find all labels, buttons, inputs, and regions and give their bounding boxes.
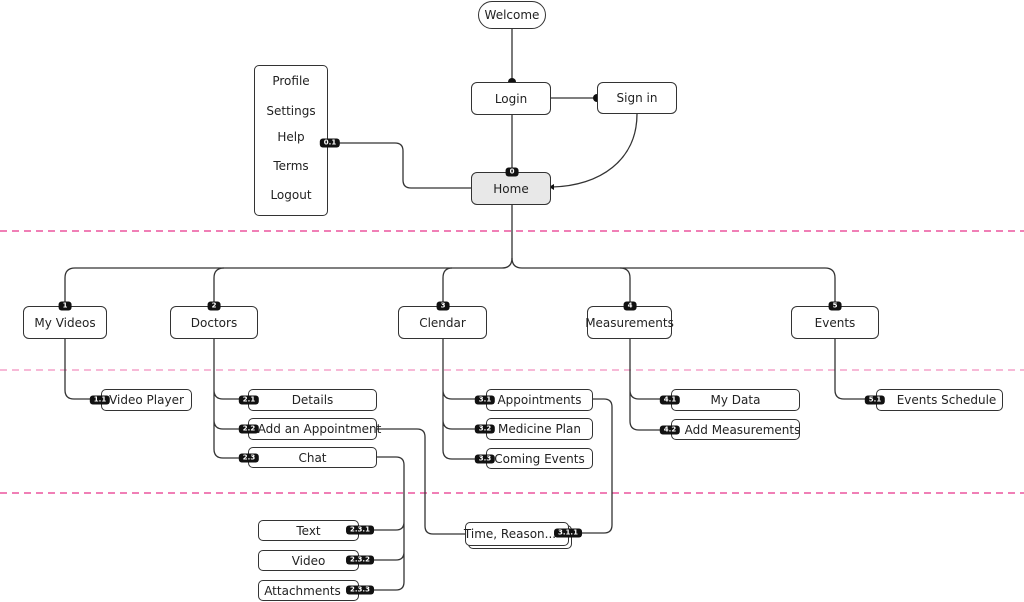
node-label: Events (814, 315, 856, 330)
node-label: Attachments (264, 583, 341, 598)
calendar-node[interactable]: Clendar (398, 306, 487, 339)
node-badge: 4.1 (659, 395, 681, 405)
node-badge: 3.1.1 (554, 528, 582, 538)
menu-item-profile[interactable]: Profile (255, 74, 327, 88)
node-badge: 5.1 (864, 395, 886, 405)
menu-item-terms[interactable]: Terms (255, 159, 327, 173)
details-node[interactable]: Details (248, 389, 377, 411)
node-badge: 1 (58, 301, 72, 311)
node-label: Video (291, 553, 326, 568)
node-badge: 5 (828, 301, 842, 311)
node-label: Add an Appointment (257, 422, 382, 436)
node-badge: 2.3.1 (346, 525, 374, 535)
node-label: Clendar (419, 315, 466, 330)
medicine-plan-node[interactable]: Medicine Plan (486, 418, 593, 440)
node-badge: 2.3.2 (346, 555, 374, 565)
add-appointment-node[interactable]: Add an Appointment (248, 418, 381, 440)
node-label: Appointments (497, 393, 582, 407)
add-measurements-node[interactable]: Add Measurements (671, 419, 800, 440)
appointments-node[interactable]: Appointments (486, 389, 593, 411)
node-badge: 3.3 (474, 454, 496, 464)
measurements-node[interactable]: Measurements (585, 306, 674, 339)
video-player-node[interactable]: Video Player (101, 389, 192, 411)
video-node[interactable]: Video (258, 550, 359, 571)
node-badge: 2.2 (238, 424, 260, 434)
home-node[interactable]: Home (471, 172, 551, 205)
node-badge: 1.1 (89, 395, 111, 405)
node-label: My Videos (34, 315, 96, 330)
welcome-node[interactable]: Welcome (478, 1, 546, 29)
node-badge: 2.1 (238, 395, 260, 405)
node-label: My Data (710, 393, 761, 407)
sign-in-node[interactable]: Sign in (597, 82, 677, 114)
menu-item-settings[interactable]: Settings (255, 104, 327, 118)
node-badge: 3.1 (474, 395, 496, 405)
doctors-node[interactable]: Doctors (170, 306, 258, 339)
node-label: Video Player (109, 393, 184, 407)
node-label: Time, Reason... (463, 527, 557, 541)
menu-item-logout[interactable]: Logout (255, 188, 327, 202)
node-label: Login (494, 91, 528, 106)
node-label: Home (493, 181, 529, 196)
node-badge: 3 (436, 301, 450, 311)
events-node[interactable]: Events (791, 306, 879, 339)
node-label: Sign in (616, 91, 658, 105)
home-menu-line (336, 142, 471, 189)
my-videos-node[interactable]: My Videos (23, 306, 107, 339)
node-label: Text (296, 523, 321, 538)
node-badge: 2 (207, 301, 221, 311)
node-badge: 4 (623, 301, 637, 311)
node-label: Add Measurements (684, 422, 801, 437)
node-label: Welcome (484, 8, 540, 22)
menu-badge: 0.1 (319, 138, 341, 148)
node-label: Medicine Plan (498, 422, 581, 436)
attachments-node[interactable]: Attachments (258, 580, 359, 601)
node-badge: 2.3.3 (346, 585, 374, 595)
home-badge: 0 (505, 167, 519, 177)
node-label: Details (291, 393, 334, 407)
events-schedule-node[interactable]: Events Schedule (876, 389, 1003, 411)
node-badge: 3.2 (474, 424, 496, 434)
node-label: Events Schedule (896, 393, 997, 407)
login-node[interactable]: Login (471, 82, 551, 115)
coming-events-node[interactable]: Coming Events (486, 448, 593, 469)
node-label: Coming Events (494, 451, 585, 466)
menu-item-help[interactable]: Help (255, 130, 327, 144)
node-badge: 2.3 (238, 453, 260, 463)
user-menu-node[interactable]: Profile Settings Help Terms Logout (254, 65, 328, 216)
home-bus (64, 205, 513, 306)
node-badge: 4.2 (659, 425, 681, 435)
signin-home-arrow (551, 113, 638, 188)
node-label: Doctors (190, 315, 238, 330)
text-node[interactable]: Text (258, 520, 359, 541)
chat-node[interactable]: Chat (248, 447, 377, 468)
my-data-node[interactable]: My Data (671, 389, 800, 411)
node-label: Measurements (585, 315, 674, 330)
node-label: Chat (298, 450, 327, 465)
